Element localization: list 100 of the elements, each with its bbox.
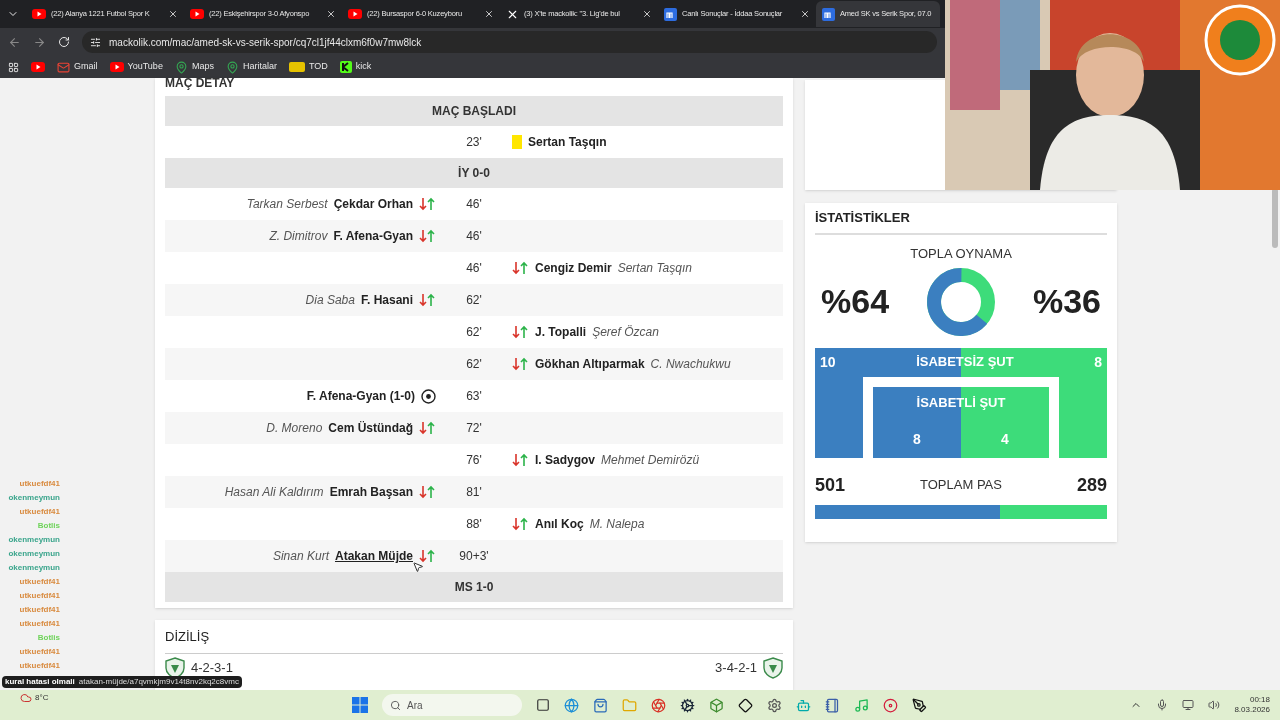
event-minute: 72' [465, 420, 483, 437]
period-header: İY 0-0 [165, 158, 783, 188]
apps-icon[interactable] [8, 61, 19, 73]
player-out-name: Z. Dimitrov [269, 228, 328, 245]
player-name: Sertan Taşqın [528, 134, 607, 151]
mic-icon[interactable] [1156, 699, 1169, 711]
player-out-name: D. Moreno [266, 420, 323, 437]
booking-card-icon [512, 135, 522, 149]
monitor-icon[interactable] [1182, 699, 1195, 711]
url-text: mackolik.com/mac/amed-sk-vs-serik-spor/cq7cl1jf44clxm6f0w7mw8lck [109, 35, 422, 50]
tod-icon [288, 62, 305, 72]
stat-label: İSABETLİ ŞUT [915, 393, 1007, 412]
player-name: F. Afena-Gyan [333, 228, 413, 245]
event-minute: 62' [465, 356, 483, 373]
away-passes: 289 [1076, 473, 1107, 497]
event-minute: 62' [465, 292, 483, 309]
period-header: MAÇ BAŞLADI [165, 96, 783, 126]
section-title: MAÇ DETAY [165, 78, 236, 92]
weather-widget[interactable]: 8°C [20, 692, 49, 704]
bookmark[interactable] [31, 62, 45, 72]
substitution-icon [419, 229, 436, 243]
bookmark[interactable]: Gmail [57, 60, 98, 74]
settings-icon[interactable] [767, 697, 782, 713]
disc-icon[interactable] [883, 697, 898, 713]
player-name: Cem Üstündağ [328, 420, 413, 437]
bookmark[interactable]: Haritalar [225, 60, 277, 74]
cube-icon[interactable] [709, 697, 724, 713]
player-name: F. Hasani [360, 292, 413, 309]
substitution-icon [419, 485, 436, 499]
reload-icon[interactable] [58, 36, 70, 48]
away-shots-off: 8 [1094, 352, 1102, 372]
bookmark[interactable]: YouTube [109, 60, 163, 74]
stat-label: İSABETSİZ ŞUT [916, 353, 1014, 372]
search-field[interactable]: Ara [382, 694, 522, 716]
section-title: İSTATİSTİKLER [815, 203, 1107, 235]
substitution-icon [512, 325, 529, 339]
home-possession: %64 [821, 281, 890, 322]
back-icon[interactable] [8, 35, 21, 49]
home-shots-on: 8 [913, 429, 921, 449]
chat-username: okenmeymun [8, 492, 60, 504]
bookmark[interactable]: kick [339, 60, 372, 74]
clock[interactable]: 00:18 8.03.2026 [1234, 695, 1270, 715]
chat-username: utkuefdf41 [19, 646, 60, 658]
aperture-icon[interactable] [651, 697, 666, 713]
event-minute: 46' [465, 228, 483, 245]
player-out-name: Sertan Taşqın [617, 260, 692, 277]
site-icon [664, 7, 677, 21]
task-view-icon[interactable] [536, 698, 550, 712]
event-minute: 63' [465, 388, 483, 405]
player-out-name: Tarkan Serbest [246, 196, 328, 213]
substitution-icon [419, 197, 436, 211]
chat-message: kural hatasi olmali [5, 676, 75, 688]
chat-username: utkuefdf41 [19, 604, 60, 616]
chat-username: utkuefdf41 [19, 576, 60, 588]
address-bar[interactable]: mackolik.com/mac/amed-sk-vs-serik-spor/cq7cl1jf44clxm6f0w7mw8lck [82, 31, 937, 53]
event-minute: 46' [465, 196, 483, 213]
close-icon[interactable] [326, 9, 336, 19]
chat-username: okenmeymun [8, 548, 60, 560]
substitution-icon [419, 421, 436, 435]
away-possession: %36 [1032, 281, 1101, 322]
chat-username: Botlis [37, 520, 60, 532]
volume-icon[interactable] [1208, 699, 1221, 711]
substitution-icon [512, 517, 529, 531]
chat-username: utkuefdf41 [19, 478, 60, 490]
close-icon[interactable] [484, 9, 494, 19]
player-out-name: Hasan Ali Kaldırım [224, 484, 324, 501]
event-minute: 23' [465, 134, 483, 151]
cog-icon[interactable] [680, 697, 695, 713]
stat-label: TOPLAM PAS [920, 476, 1002, 495]
player-name[interactable]: Atakan Müjde [335, 547, 413, 565]
event-minute: 62' [465, 324, 483, 341]
close-icon[interactable] [800, 9, 810, 19]
forward-icon[interactable] [33, 35, 46, 49]
close-icon[interactable] [642, 9, 652, 19]
player-name: I. Sadygov [535, 452, 596, 469]
site-icon [822, 7, 835, 21]
scrollbar[interactable] [1272, 188, 1278, 248]
bookmark[interactable]: Maps [174, 60, 214, 74]
chat-username: okenmeymun [8, 562, 60, 574]
player-name: Çekdar Orhan [333, 196, 413, 213]
close-icon[interactable] [168, 9, 178, 19]
pin-icon [174, 60, 188, 74]
chat-username: utkuefdf41 [19, 506, 60, 518]
site-settings-icon[interactable] [90, 36, 101, 48]
notebook-icon[interactable] [825, 697, 840, 713]
globe-icon[interactable] [564, 697, 579, 713]
diamond-icon[interactable] [738, 697, 753, 713]
home-passes: 501 [815, 473, 846, 497]
bookmark[interactable]: TOD [288, 60, 328, 74]
player-name: Cengiz Demir [535, 260, 612, 277]
substitution-icon [419, 293, 436, 307]
chat-username: utkuefdf41 [19, 590, 60, 602]
event-minute: 81' [465, 484, 483, 501]
player-out-name: Şeref Özcan [592, 324, 659, 341]
chat-username: utkuefdf41 [19, 618, 60, 630]
player-out-name: C. Nwachukwu [650, 356, 731, 373]
play-icon [32, 9, 46, 19]
bag-icon[interactable] [593, 697, 608, 713]
stat-label: TOPLA OYNAMA [909, 245, 1013, 263]
pen-icon[interactable] [912, 697, 927, 713]
